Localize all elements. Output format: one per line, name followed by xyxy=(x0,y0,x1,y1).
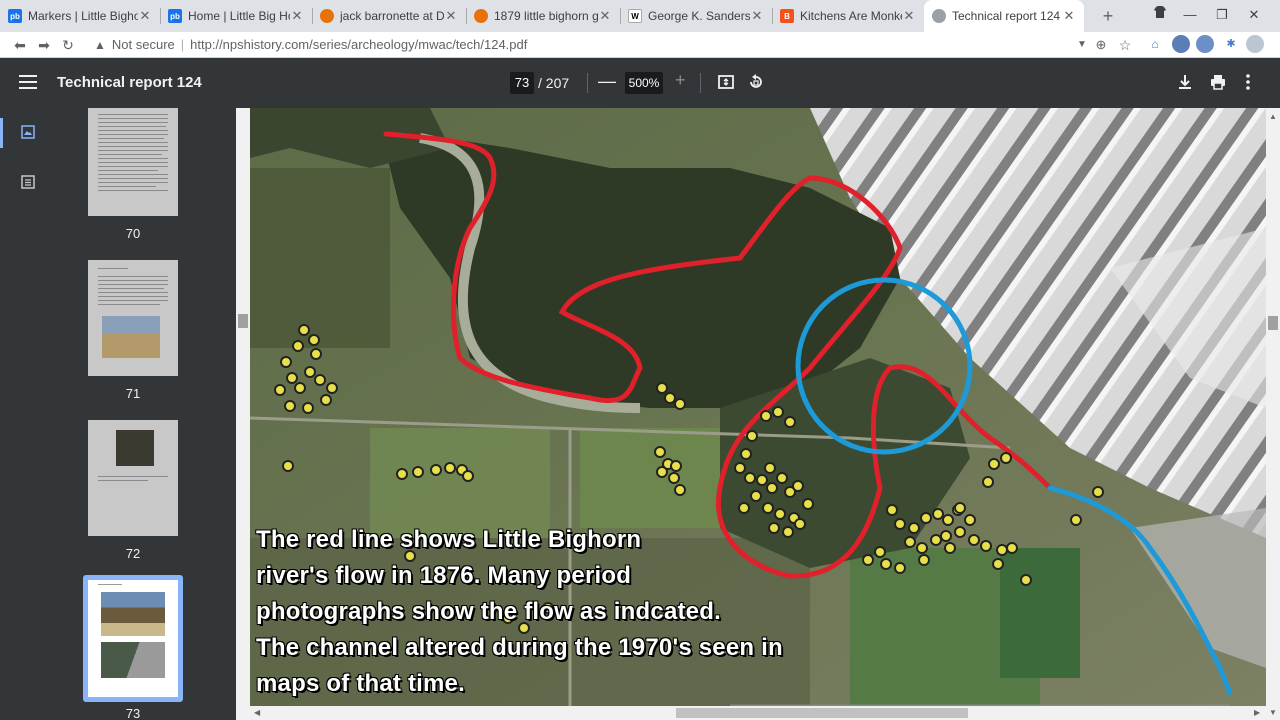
tab-title: 1879 little bighorn geor xyxy=(494,9,598,23)
close-tab-icon[interactable]: ✕ xyxy=(444,8,458,24)
tab-title: Kitchens Are Monkey Bu xyxy=(800,9,902,23)
document-title: Technical report 124 xyxy=(57,74,202,91)
tab-0[interactable]: pb Markers | Little Bighorn ✕ xyxy=(0,0,160,32)
page-thumbnail-73[interactable] xyxy=(88,580,178,697)
thumbnail-label: 72 xyxy=(125,546,141,561)
tab-favicon-icon: pb xyxy=(168,9,182,23)
tab-title: Technical report 124 xyxy=(952,9,1061,23)
map-caption-line: photographs show the flow as indcated. xyxy=(256,598,721,625)
toolbar-divider xyxy=(587,73,588,93)
sidebar-rail xyxy=(0,108,56,720)
profile-icon[interactable] xyxy=(1148,4,1172,26)
new-tab-icon[interactable]: + xyxy=(1098,6,1118,26)
bookmark-star-icon[interactable]: ☆ xyxy=(1116,35,1134,55)
tab-2[interactable]: jack barronette at Duck ✕ xyxy=(312,0,466,32)
security-label: Not secure xyxy=(111,37,175,52)
close-tab-icon[interactable]: ✕ xyxy=(902,8,916,24)
map-caption-line: river's flow in 1876. Many period xyxy=(256,562,632,589)
pdf-page-view[interactable]: The red line shows Little Bighorn river'… xyxy=(250,108,1266,706)
zoom-out-button[interactable]: — xyxy=(598,71,616,92)
page-thumbnail-72[interactable] xyxy=(88,420,178,536)
extension-icon[interactable]: ✱ xyxy=(1222,35,1240,53)
maximize-icon[interactable]: ❐ xyxy=(1210,4,1234,26)
thumbnail-label: 73 xyxy=(125,706,141,720)
menu-icon[interactable] xyxy=(19,75,37,91)
close-tab-icon[interactable]: ✕ xyxy=(1062,8,1076,24)
vertical-scroll-thumb[interactable] xyxy=(1268,316,1278,330)
scroll-down-icon[interactable]: ▼ xyxy=(1269,708,1277,717)
reload-icon[interactable]: ↻ xyxy=(58,35,78,55)
close-tab-icon[interactable]: ✕ xyxy=(598,8,612,24)
tab-3[interactable]: 1879 little bighorn geor ✕ xyxy=(466,0,620,32)
tab-strip: pb Markers | Little Bighorn ✕ pb Home | … xyxy=(0,0,1280,32)
address-toolbar: ⬅ ➡ ↻ ▲ Not secure | http://npshistory.c… xyxy=(0,32,1280,58)
sidebar-scrollbar[interactable] xyxy=(236,108,250,720)
pdf-toolbar: Technical report 124 73 / 207 — 500% + xyxy=(0,58,1280,108)
close-tab-icon[interactable]: ✕ xyxy=(750,8,764,24)
rotate-icon[interactable] xyxy=(747,73,765,91)
tab-title: Home | Little Big Horn A xyxy=(188,9,290,23)
forward-icon[interactable]: ➡ xyxy=(34,35,54,55)
page-total: / 207 xyxy=(538,75,570,91)
minimize-icon[interactable]: — xyxy=(1178,4,1202,26)
thumbnail-photo xyxy=(101,592,165,636)
tab-1[interactable]: pb Home | Little Big Horn A ✕ xyxy=(160,0,312,32)
close-window-icon[interactable]: ✕ xyxy=(1242,4,1266,26)
tab-title: George K. Sanderson - V xyxy=(648,9,750,23)
fit-page-icon[interactable] xyxy=(717,73,735,91)
tab-favicon-icon: B xyxy=(780,9,794,23)
page-thumbnail-70[interactable] xyxy=(88,108,178,216)
page-thumbnail-71[interactable] xyxy=(88,260,178,376)
vertical-scrollbar[interactable]: ▲ ▼ xyxy=(1266,108,1280,720)
thumbnail-label: 70 xyxy=(125,226,141,241)
tab-favicon-icon: W xyxy=(628,9,642,23)
horizontal-scroll-thumb[interactable] xyxy=(676,708,968,718)
close-tab-icon[interactable]: ✕ xyxy=(290,8,304,24)
more-options-icon[interactable] xyxy=(1243,73,1253,91)
map-caption-line: maps of that time. xyxy=(256,670,465,697)
thumbnails-icon[interactable] xyxy=(20,124,36,140)
thumbnail-photo xyxy=(102,316,160,358)
tab-6-active[interactable]: Technical report 124 ✕ xyxy=(924,0,1084,32)
tab-favicon-icon: pb xyxy=(8,9,22,23)
thumbnail-map xyxy=(101,642,165,678)
tab-title: jack barronette at Duck xyxy=(340,9,444,23)
omnibox[interactable]: ▲ Not secure | http://npshistory.com/ser… xyxy=(84,34,1144,56)
extension-icon[interactable] xyxy=(1246,35,1264,53)
horizontal-scrollbar[interactable]: ◀ ▶ xyxy=(250,706,1266,720)
scroll-up-icon[interactable]: ▲ xyxy=(1269,112,1277,121)
zoom-level-input[interactable]: 500% xyxy=(625,72,663,94)
close-tab-icon[interactable]: ✕ xyxy=(138,8,152,24)
tab-favicon-icon xyxy=(932,9,946,23)
tab-favicon-icon xyxy=(320,9,334,23)
thumbnail-label: 71 xyxy=(125,386,141,401)
scroll-left-icon[interactable]: ◀ xyxy=(254,708,260,717)
map-caption-line: The red line shows Little Bighorn xyxy=(256,526,642,553)
extension-icon[interactable] xyxy=(1196,35,1214,53)
tab-favicon-icon xyxy=(474,9,488,23)
tab-4[interactable]: W George K. Sanderson - V ✕ xyxy=(620,0,772,32)
zoom-magnifier-icon[interactable]: ⊕ xyxy=(1092,35,1110,55)
map-caption-line: The channel altered during the 1970's se… xyxy=(256,634,783,661)
outline-icon[interactable] xyxy=(20,174,36,190)
toolbar-divider xyxy=(700,73,701,93)
zoom-in-button[interactable]: + xyxy=(675,70,686,91)
sidebar-scroll-thumb[interactable] xyxy=(238,314,248,328)
tab-title: Markers | Little Bighorn xyxy=(28,9,138,23)
back-icon[interactable]: ⬅ xyxy=(10,35,30,55)
download-icon[interactable] xyxy=(1176,73,1194,91)
home-icon[interactable]: ⌂ xyxy=(1146,35,1164,53)
thumbnail-photo xyxy=(116,430,154,466)
omnibox-divider: | xyxy=(180,37,185,52)
url-text[interactable]: http://npshistory.com/series/archeology/… xyxy=(190,34,527,56)
print-icon[interactable] xyxy=(1209,73,1227,91)
dropdown-icon[interactable]: ▼ xyxy=(1074,35,1090,55)
thumbnail-sidebar: 70 71 72 73 xyxy=(56,108,236,720)
warning-icon[interactable]: ▲ xyxy=(94,34,106,56)
page-number-input[interactable]: 73 xyxy=(510,72,534,94)
tab-5[interactable]: B Kitchens Are Monkey Bu ✕ xyxy=(772,0,924,32)
rail-active-indicator xyxy=(0,118,3,148)
scroll-right-icon[interactable]: ▶ xyxy=(1254,708,1260,717)
extension-icon[interactable] xyxy=(1172,35,1190,53)
